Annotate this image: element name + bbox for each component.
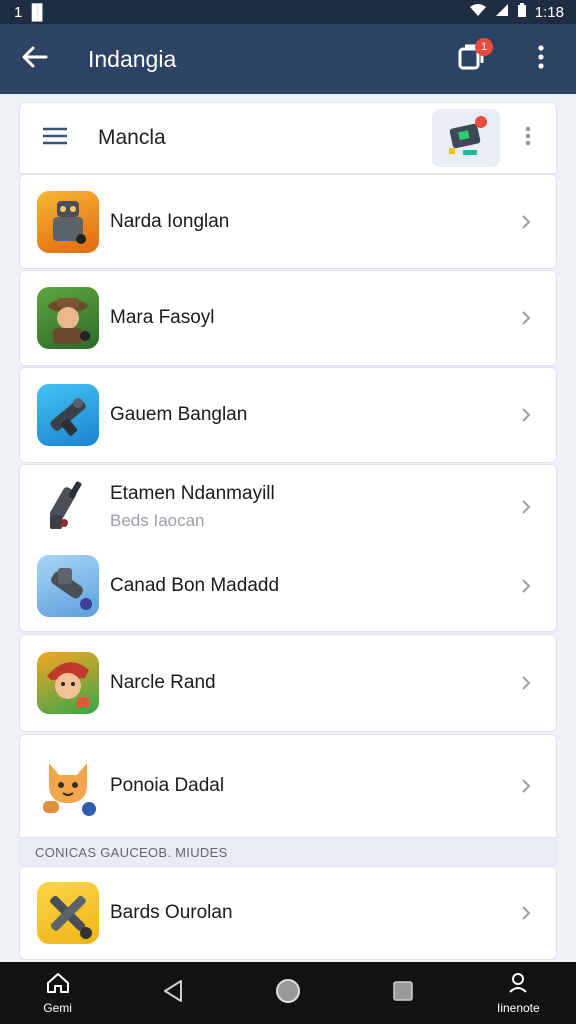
hamburger-icon [42,127,68,150]
profile-icon [507,972,529,999]
list-header-title: Mancla [98,126,166,149]
item-name: Ponoia Dadal [110,775,225,796]
gun-icon [37,476,99,538]
back-nav-button[interactable] [128,962,218,1024]
recents-button[interactable] [358,962,448,1024]
chevron-right-icon [496,407,556,423]
more-vert-icon [538,44,544,74]
item-name: Canad Bon Madadd [110,575,280,596]
home-icon [46,972,70,999]
menu-button[interactable] [20,102,90,174]
list-item[interactable]: Narda Ionglan [19,174,557,269]
chevron-right-icon [496,310,556,326]
app-bar: Indangia 1 [0,24,576,94]
status-time: 1:18 [534,3,564,21]
item-name: Narda Ionglan [110,210,230,232]
profile-button[interactable]: Iinenote [473,962,563,1024]
hero-icon [37,652,99,714]
triangle-back-icon [162,979,184,1008]
item-subtitle: Beds Iaocan [110,511,205,530]
profile-label: Iinenote [496,1000,540,1015]
header-more-button[interactable] [500,102,556,174]
notification-badge: 1 [475,38,493,56]
crossed-guns-icon [37,882,99,944]
status-bar: 1 ▐▌ 1:18 [0,0,576,24]
section-header: CONICAS GAUCEOB. MIUDES [19,838,557,866]
wifi-icon [469,3,487,21]
list-item[interactable]: Bards Ourolan [19,866,557,960]
home-button[interactable]: Gemi [13,962,103,1024]
gadget-icon [441,114,491,163]
chevron-right-icon [496,778,556,794]
back-button[interactable] [0,24,70,94]
status-left-text: 1 ▐▌ [14,3,48,21]
list-item[interactable]: Ponoia Dadal [19,734,557,838]
battery-icon [517,2,527,22]
cannon-icon [37,555,99,617]
overflow-menu-button[interactable] [506,24,576,94]
list-header: Mancla [19,102,557,174]
list-item[interactable]: Canad Bon Madadd [20,549,556,623]
item-name: Bards Ourolan [110,902,233,923]
list-item[interactable]: Gauem Banglan [19,367,557,463]
app-title: Indangia [88,45,177,72]
circle-home-icon [275,978,301,1009]
home-nav-button[interactable] [243,962,333,1024]
list-item[interactable]: Mara Fasoyl [19,270,557,366]
chevron-right-icon [496,905,556,921]
home-label: Gemi [43,1000,72,1015]
blaster-icon [37,384,99,446]
chevron-right-icon [496,578,556,594]
chevron-right-icon [496,214,556,230]
list-group: Etamen Ndanmayill Beds Iaocan Canad Bon … [19,464,557,632]
more-vert-icon [525,126,531,151]
chevron-right-icon [496,499,556,515]
item-name: Etamen Ndanmayill [110,483,275,504]
navigation-bar: Gemi Iinenote [0,962,576,1024]
arrow-left-icon [22,46,48,73]
header-thumbnail[interactable] [432,109,500,167]
notifications-button[interactable]: 1 [436,24,506,94]
list-item[interactable]: Etamen Ndanmayill Beds Iaocan [20,465,556,549]
square-recents-icon [392,980,414,1007]
item-name: Narcle Rand [110,672,216,693]
item-name: Mara Fasoyl [110,307,215,328]
chevron-right-icon [496,675,556,691]
cat-icon [37,755,99,817]
explorer-icon [37,287,99,349]
signal-icon [495,3,509,21]
item-name: Gauem Banglan [110,404,248,425]
main-content: Mancla Narda Ionglan Mara Fasoyl Gauem B… [19,102,557,960]
robot-icon [37,190,99,253]
list-item[interactable]: Narcle Rand [19,634,557,732]
